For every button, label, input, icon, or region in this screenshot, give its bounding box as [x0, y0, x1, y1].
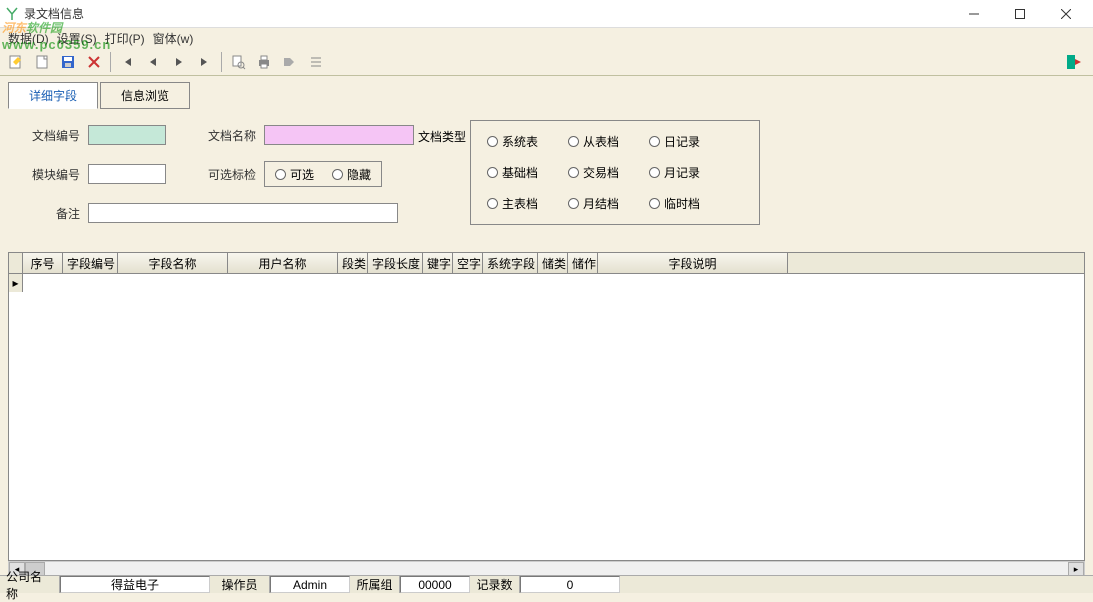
doc-type-label: 文档类型 [418, 128, 466, 145]
tag-icon[interactable] [278, 50, 302, 74]
grid-col-header[interactable]: 字段长度 [368, 253, 423, 273]
doc-type-group: 系统表 从表档 日记录 基础档 交易档 月记录 主表档 月结档 临时档 [470, 120, 760, 225]
radio-basic[interactable]: 基础档 [487, 164, 538, 181]
doc-name-input[interactable] [264, 125, 414, 145]
tab-browse[interactable]: 信息浏览 [100, 82, 190, 109]
data-grid[interactable]: 序号字段编号字段名称用户名称段类字段长度键字空字系统字段储类储作字段说明 ▸ [8, 252, 1085, 561]
row-marker-icon: ▸ [9, 274, 23, 292]
grid-col-header[interactable]: 储类 [538, 253, 568, 273]
radio-system[interactable]: 系统表 [487, 133, 538, 150]
grid-col-header[interactable]: 序号 [23, 253, 63, 273]
radio-optional[interactable]: 可选 [275, 166, 314, 183]
preview-icon[interactable] [226, 50, 250, 74]
close-button[interactable] [1043, 0, 1089, 28]
new-icon[interactable] [30, 50, 54, 74]
next-icon[interactable] [167, 50, 191, 74]
tab-bar: 详细字段 信息浏览 [8, 82, 1093, 109]
status-records-label: 记录数 [470, 576, 520, 593]
scroll-right-icon[interactable]: ▸ [1068, 562, 1084, 576]
grid-col-header[interactable]: 段类 [338, 253, 368, 273]
status-bar: 公司名称 得益电子 操作员 Admin 所属组 00000 记录数 0 [0, 575, 1093, 593]
menu-settings[interactable]: 设置(S) [57, 30, 97, 47]
print-icon[interactable] [252, 50, 276, 74]
doc-name-label: 文档名称 [196, 127, 256, 144]
menu-window[interactable]: 窗体(w) [153, 30, 194, 47]
radio-monthclose[interactable]: 月结档 [568, 195, 619, 212]
tab-detail[interactable]: 详细字段 [8, 82, 98, 109]
grid-col-header[interactable]: 储作 [568, 253, 598, 273]
radio-maintable[interactable]: 主表档 [487, 195, 538, 212]
toolbar [0, 48, 1093, 76]
delete-icon[interactable] [82, 50, 106, 74]
remark-label: 备注 [20, 205, 80, 222]
save-icon[interactable] [56, 50, 80, 74]
grid-col-header[interactable]: 空字 [453, 253, 483, 273]
menu-data[interactable]: 数据(D) [8, 30, 49, 47]
status-group-label: 所属组 [350, 576, 400, 593]
grid-col-header[interactable]: 字段说明 [598, 253, 788, 273]
opt-flag-group: 可选 隐藏 [264, 161, 382, 187]
radio-hidden[interactable]: 隐藏 [332, 166, 371, 183]
status-operator-label: 操作员 [210, 576, 270, 593]
app-icon [4, 6, 20, 22]
exit-icon[interactable] [1061, 50, 1089, 74]
grid-col-header[interactable]: 字段编号 [63, 253, 118, 273]
edit-icon[interactable] [4, 50, 28, 74]
last-icon[interactable] [193, 50, 217, 74]
status-operator-value: Admin [270, 576, 350, 593]
window-title: 录文档信息 [24, 5, 951, 22]
grid-col-header[interactable]: 键字 [423, 253, 453, 273]
prev-icon[interactable] [141, 50, 165, 74]
grid-header: 序号字段编号字段名称用户名称段类字段长度键字空字系统字段储类储作字段说明 [9, 253, 1084, 274]
doc-id-input[interactable] [88, 125, 166, 145]
grid-col-header[interactable]: 字段名称 [118, 253, 228, 273]
grid-col-header[interactable]: 系统字段 [483, 253, 538, 273]
radio-dayrec[interactable]: 日记录 [649, 133, 700, 150]
menubar: 数据(D) 设置(S) 打印(P) 窗体(w) [0, 28, 1093, 48]
maximize-button[interactable] [997, 0, 1043, 28]
grid-corner [9, 253, 23, 273]
grid-row[interactable]: ▸ [9, 274, 1084, 292]
doc-id-label: 文档编号 [20, 127, 80, 144]
radio-subtable[interactable]: 从表档 [568, 133, 619, 150]
remark-input[interactable] [88, 203, 398, 223]
status-records-value: 0 [520, 576, 620, 593]
radio-temp[interactable]: 临时档 [649, 195, 700, 212]
mod-id-input[interactable] [88, 164, 166, 184]
menu-print[interactable]: 打印(P) [105, 30, 145, 47]
status-company-value: 得益电子 [60, 576, 210, 593]
list-icon[interactable] [304, 50, 328, 74]
titlebar: 录文档信息 [0, 0, 1093, 28]
radio-trans[interactable]: 交易档 [568, 164, 619, 181]
mod-id-label: 模块编号 [20, 166, 80, 183]
status-group-value: 00000 [400, 576, 470, 593]
first-icon[interactable] [115, 50, 139, 74]
status-company-label: 公司名称 [0, 576, 60, 593]
radio-monthrec[interactable]: 月记录 [649, 164, 700, 181]
grid-col-header[interactable]: 用户名称 [228, 253, 338, 273]
minimize-button[interactable] [951, 0, 997, 28]
opt-flag-label: 可选标检 [196, 166, 256, 183]
